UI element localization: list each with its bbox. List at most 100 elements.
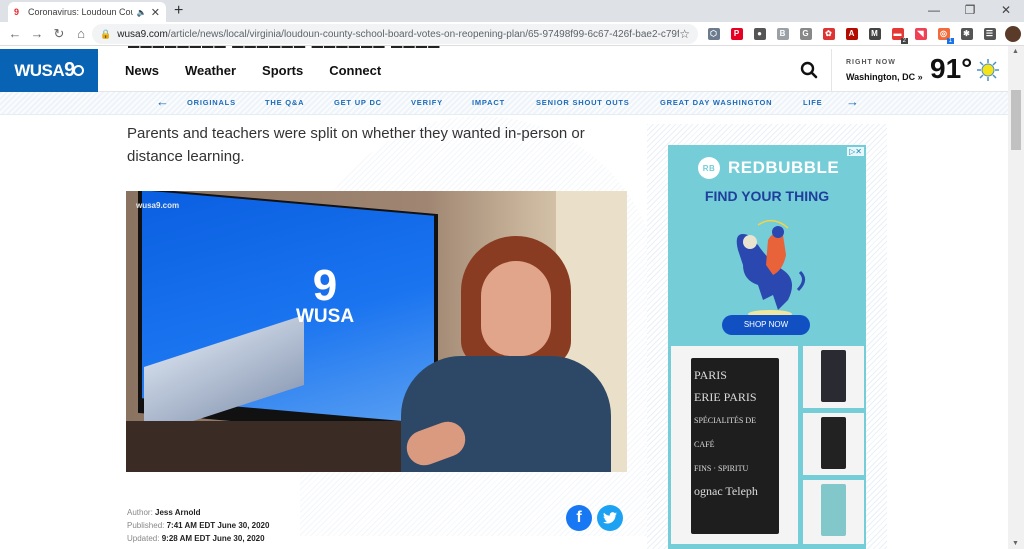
subnav-verify[interactable]: VERIFY [411,98,443,107]
puzzle-extensions-glyph: ✱ [960,28,973,40]
g-ext-icon[interactable]: G [794,25,817,43]
twitter-share-icon[interactable] [597,505,623,531]
g-ext-glyph: G [799,28,812,40]
acrobat-glyph: A [845,28,858,40]
weather-widget[interactable]: RIGHT NOW Washington, DC » 91° [831,49,1008,92]
bookmark-star-icon[interactable]: ☆ [679,27,690,41]
back-icon[interactable]: ← [4,26,26,41]
published-line: Published: 7:41 AM EDT June 30, 2020 [127,519,269,532]
extension-badge: 2 [900,38,908,44]
home-icon[interactable]: ⌂ [70,26,92,41]
browser-tab[interactable]: 9 Coronavirus: Loudoun County School Boa… [8,2,166,22]
weather-location[interactable]: Washington, DC » [846,72,923,82]
facebook-share-icon[interactable]: f [566,505,592,531]
profile-avatar[interactable] [1001,25,1024,43]
subnav-impact[interactable]: IMPACT [472,98,505,107]
ad-rail: ▷✕ RB REDBUBBLE FIND YOUR THING SHOP NOW… [647,124,887,549]
extensions-bar: ⬡P●BG✿AM▬2◥◎1✱☰⋮ [702,25,1024,44]
nav-weather[interactable]: Weather [185,63,236,78]
ad-product-paris-duvet[interactable]: PARIS ERIE PARIS SPÉCIALITÉS DE CAFÉ FINS ·… [671,346,798,544]
redbubble-ad[interactable]: ▷✕ RB REDBUBBLE FIND YOUR THING SHOP NOW… [668,145,866,549]
puzzle-extensions-icon[interactable]: ✱ [955,25,978,43]
dropbox-icon[interactable]: ⬡ [702,25,725,43]
author-name[interactable]: Jess Arnold [155,508,201,517]
m-ext-icon[interactable]: M [863,25,886,43]
subnav-originals[interactable]: ORIGINALS [187,98,236,107]
video-player[interactable]: 9 WUSA wusa9.com [126,191,627,472]
updated-line: Updated: 9:28 AM EDT June 30, 2020 [127,532,269,545]
paris-duvet-image: PARIS ERIE PARIS SPÉCIALITÉS DE CAFÉ FINS ·… [691,358,779,534]
video-tv-stand [126,421,446,472]
adchoices-icon[interactable]: ▷✕ [847,147,864,156]
subnav-great-day-washington[interactable]: GREAT DAY WASHINGTON [660,98,772,107]
red-ext-icon[interactable]: ▬ 2 [886,25,909,44]
ad-product-dog-duvet[interactable] [803,480,864,544]
speaker-icon[interactable]: 🔈 [137,8,147,17]
ad-brand-name: REDBUBBLE [728,158,840,177]
ad-headline: FIND YOUR THING [704,188,830,204]
lock-icon[interactable]: 🔒 [100,29,111,40]
spiral-ext-icon[interactable]: ◎ 1 [932,25,955,44]
subnav-the-qa[interactable]: THE Q&A [265,98,304,107]
reload-icon[interactable]: ↻ [48,26,70,42]
pinterest-icon[interactable]: P [725,25,748,43]
color-ext-icon[interactable]: ✿ [817,25,840,43]
media-control-glyph: ☰ [983,28,996,40]
tab-strip: 9 Coronavirus: Loudoun County School Boa… [0,0,1024,22]
close-window-icon[interactable]: ✕ [988,0,1024,22]
scrollbar-thumb[interactable] [1011,90,1021,150]
weather-label: RIGHT NOW [846,59,896,66]
sub-nav: ← ORIGINALS THE Q&A GET UP DC VERIFY IMP… [0,92,1008,115]
scroll-down-arrow-icon[interactable]: ▼ [1012,540,1019,547]
new-tab-button[interactable]: + [174,2,183,20]
dog-duvet-image [821,484,846,536]
site-header: WUSA 9 News Weather Sports Connect RIGHT … [0,49,1008,92]
search-icon[interactable] [800,61,818,79]
avatar-image [1004,26,1021,42]
media-control-icon[interactable]: ☰ [978,25,1001,43]
m-ext-glyph: M [868,28,881,40]
ad-product-floral-duvet[interactable] [803,346,864,408]
tv-logo-text: WUSA [296,306,355,327]
address-bar[interactable]: 🔒 wusa9.com /article/news/local/virginia… [92,24,698,44]
nav-sports[interactable]: Sports [262,63,303,78]
article-meta: Author: Jess Arnold Published: 7:41 AM E… [127,506,269,545]
close-tab-icon[interactable]: ✕ [151,6,160,19]
author-line: Author: Jess Arnold [127,506,269,519]
tv-logo-number: 9 [312,261,338,310]
subnav-life[interactable]: LIFE [803,98,822,107]
cbs-eye-icon [72,65,84,76]
nav-news[interactable]: News [125,63,159,78]
shop-now-button[interactable]: SHOP NOW [722,315,810,335]
extension-badge: 1 [946,38,954,44]
video-tv-logo: 9 WUSA [296,261,355,328]
scroll-up-arrow-icon[interactable]: ▲ [1012,48,1019,55]
pocket-icon[interactable]: ◥ [909,25,932,43]
color-ext-glyph: ✿ [822,28,835,40]
forward-icon[interactable]: → [26,26,48,41]
browser-toolbar: ← → ↻ ⌂ 🔒 wusa9.com /article/news/local/… [0,22,1024,46]
nav-connect[interactable]: Connect [329,63,381,78]
acrobat-icon[interactable]: A [840,25,863,43]
floral-duvet-image [821,350,846,402]
webpage: ████████ ██████ ██████ ████ WUSA9 News W… [0,46,1008,549]
updated-date: 9:28 AM EDT June 30, 2020 [161,534,265,543]
b-ext-glyph: B [776,28,789,40]
subnav-prev-arrow-icon[interactable]: ← [156,94,169,109]
subnav-get-up-dc[interactable]: GET UP DC [334,98,382,107]
b-ext-icon[interactable]: B [771,25,794,43]
page-scrollbar[interactable]: ▲ ▼ [1008,46,1024,549]
circle-ext-icon[interactable]: ● [748,25,771,43]
share-buttons: f [566,505,623,531]
subnav-next-arrow-icon[interactable]: → [846,94,859,109]
scrolled-headline: ████████ ██████ ██████ ████ [128,46,440,48]
window-controls: — ❐ ✕ [916,0,1024,22]
video-watermark: wusa9.com [136,201,180,210]
ad-brand: RB REDBUBBLE [698,157,839,179]
subnav-senior-shout-outs[interactable]: SENIOR SHOUT OUTS [536,98,630,107]
minimize-icon[interactable]: — [916,0,952,22]
maximize-icon[interactable]: ❐ [952,0,988,22]
published-label: Published: [127,521,165,530]
wusa9-logo[interactable]: WUSA 9 [0,49,98,92]
ad-product-black-duvet[interactable] [803,413,864,475]
